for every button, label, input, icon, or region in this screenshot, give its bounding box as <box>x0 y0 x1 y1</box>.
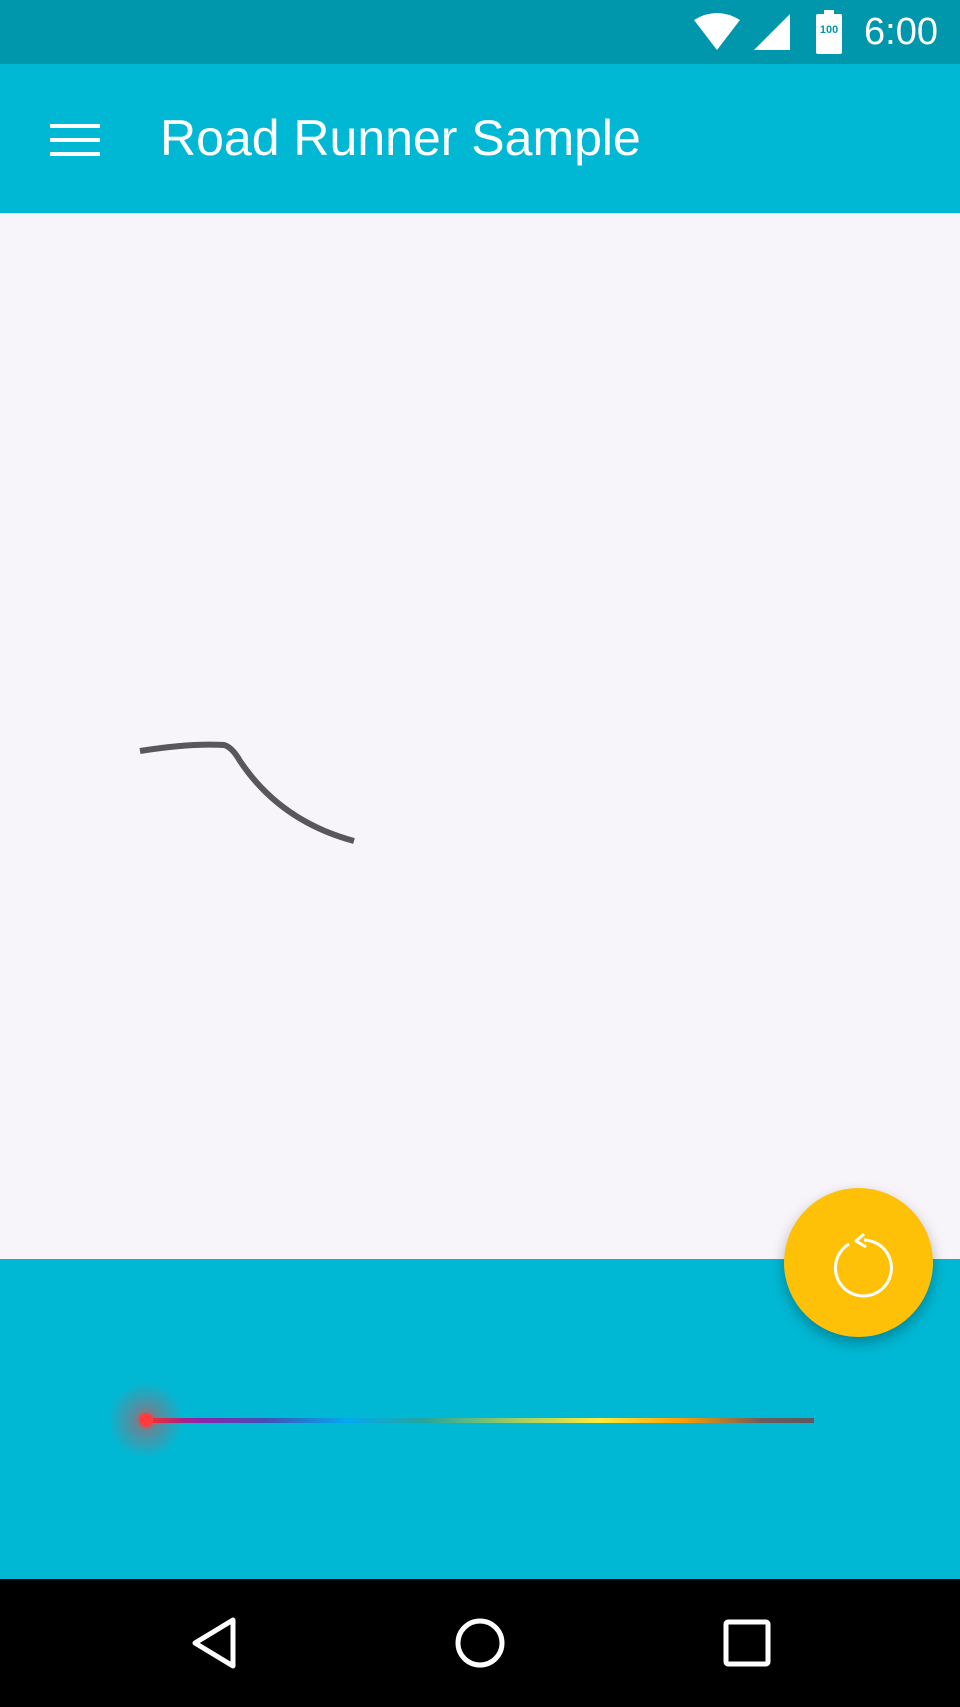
cell-signal-icon <box>752 12 792 52</box>
navigation-bar <box>0 1579 960 1707</box>
recents-button[interactable] <box>707 1603 787 1683</box>
back-button[interactable] <box>174 1603 254 1683</box>
status-icons: 100 6:00 <box>692 0 960 64</box>
menu-button[interactable] <box>34 104 114 176</box>
wifi-icon <box>692 12 742 52</box>
drawn-path <box>139 741 355 844</box>
status-bar: 100 6:00 <box>0 0 960 64</box>
screen: 100 6:00 Road Runner Sample <box>0 0 960 1707</box>
recents-icon <box>722 1618 772 1668</box>
drawn-path-layer <box>139 741 355 844</box>
progress-dot <box>139 1413 153 1427</box>
app-title: Road Runner Sample <box>160 110 641 166</box>
status-time: 6:00 <box>864 10 938 53</box>
hamburger-menu-icon <box>50 122 100 158</box>
rainbow-progress-line <box>146 1418 814 1423</box>
battery-icon: 100 <box>816 10 843 54</box>
back-icon <box>189 1616 239 1670</box>
home-icon <box>453 1616 507 1670</box>
drawing-canvas[interactable] <box>0 213 960 1259</box>
home-button[interactable] <box>440 1603 520 1683</box>
replay-fab[interactable] <box>784 1188 933 1337</box>
battery-level: 100 <box>819 24 839 36</box>
replay-icon <box>824 1228 894 1298</box>
app-bar: Road Runner Sample <box>0 64 960 213</box>
